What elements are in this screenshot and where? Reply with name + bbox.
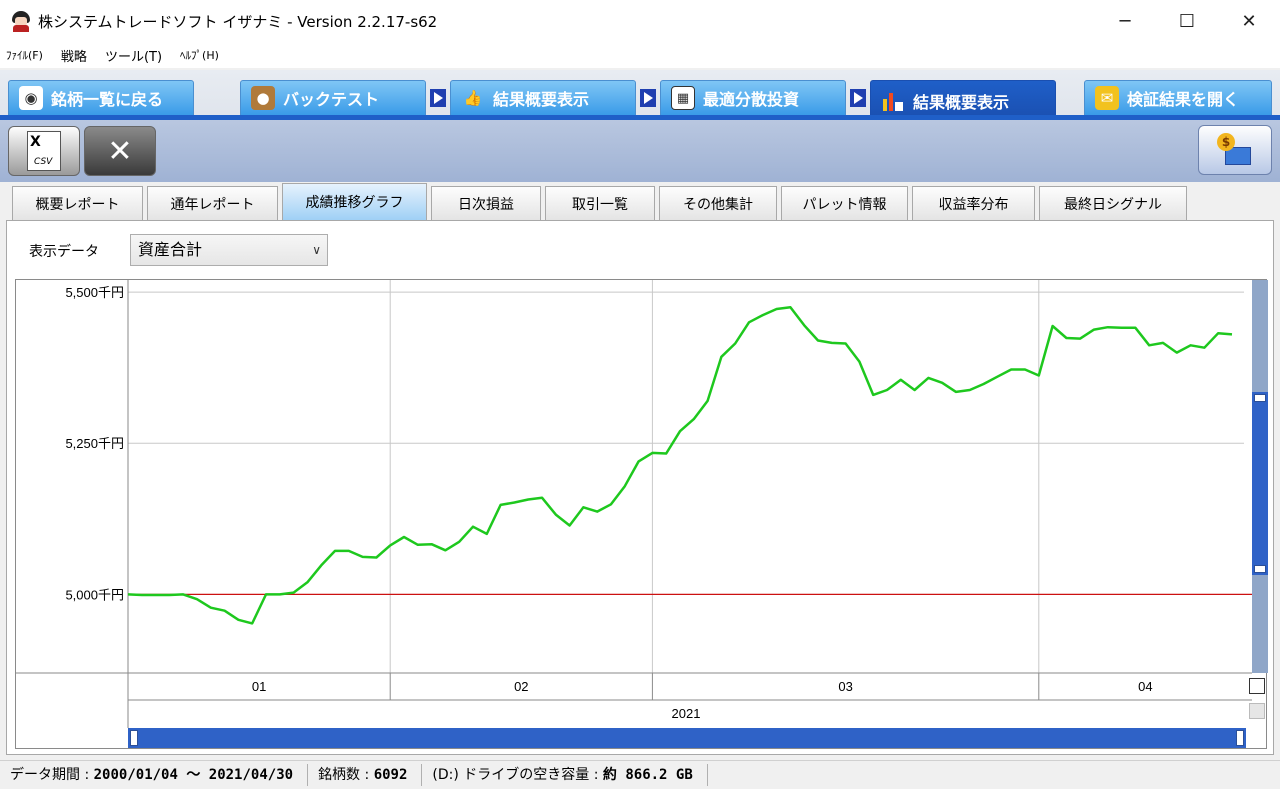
x-tick-label: 01	[252, 679, 266, 694]
arrow-right-icon	[850, 89, 866, 107]
money-box-icon: $	[1217, 133, 1253, 167]
thumbs-up-icon: 👍	[463, 89, 483, 107]
nav-tab-open-results[interactable]: ✉ 検証結果を開く	[1084, 80, 1272, 116]
vertical-scroll-handle-bottom[interactable]	[1254, 565, 1266, 573]
y-tick-label: 5,250千円	[65, 436, 124, 451]
menu-file[interactable]: ﾌｧｲﾙ(F)	[6, 47, 43, 63]
window-title: 株システムトレードソフト イザナミ - Version 2.2.17-s62	[38, 12, 438, 31]
horizontal-scroll-handle-left[interactable]	[130, 730, 138, 746]
close-button[interactable]: ✕	[1218, 0, 1280, 42]
app-logo-icon	[10, 10, 32, 32]
tab-trade-list[interactable]: 取引一覧	[545, 186, 655, 220]
settings-tools-button[interactable]: ✕	[84, 126, 156, 176]
status-disk-label: (D:) ドライブの空き容量 :	[432, 767, 603, 783]
arrow-right-icon	[430, 89, 446, 107]
nav-tab-label: 銘柄一覧に戻る	[51, 90, 164, 109]
vertical-scroll-handle-top[interactable]	[1254, 394, 1266, 402]
x-tick-label: 04	[1138, 679, 1152, 694]
display-data-label: 表示データ	[29, 244, 99, 260]
nav-tab-label: 検証結果を開く	[1127, 90, 1240, 109]
nav-tab-label: 結果概要表示	[913, 92, 1010, 112]
menu-bar: ﾌｧｲﾙ(F) 戦略 ツール(T) ﾍﾙﾌﾟ(H)	[0, 42, 1280, 68]
x-tick-label: 03	[838, 679, 852, 694]
tab-overview-report[interactable]: 概要レポート	[12, 186, 143, 220]
tab-return-distribution[interactable]: 収益率分布	[912, 186, 1035, 220]
reset-zoom-checkbox	[1249, 703, 1265, 719]
menu-help[interactable]: ﾍﾙﾌﾟ(H)	[180, 47, 219, 63]
nav-tab-result-summary-1[interactable]: 👍 結果概要表示	[450, 80, 636, 116]
horizontal-scroll-handle-right[interactable]	[1236, 730, 1244, 746]
title-bar: 株システムトレードソフト イザナミ - Version 2.2.17-s62 ─…	[0, 0, 1280, 42]
zoom-checkbox[interactable]	[1249, 678, 1265, 694]
workflow-tabs: ◉ 銘柄一覧に戻る ● バックテスト 👍 結果概要表示 ▦ 最適分散投資 結果概…	[0, 70, 1280, 121]
status-period-label: データ期間 :	[10, 767, 94, 783]
y-tick-label: 5,500千円	[65, 285, 124, 300]
tab-last-day-signal[interactable]: 最終日シグナル	[1039, 186, 1187, 220]
nav-tab-label: 最適分散投資	[703, 90, 800, 109]
calculator-icon: ▦	[671, 86, 695, 110]
chart-area: 5,500千円 5,250千円 5,000千円 01 02 03 04 2021	[15, 279, 1268, 749]
csv-x-mark: X	[30, 134, 41, 150]
status-stock-count: 銘柄数 : 6092	[308, 764, 423, 786]
report-tabs: 概要レポート 通年レポート 成績推移グラフ 日次損益 取引一覧 その他集計 パレ…	[0, 182, 1280, 220]
tab-performance-graph[interactable]: 成績推移グラフ	[282, 183, 427, 220]
toolbar: X CSV ✕ $	[0, 120, 1280, 182]
x-tick-label: 02	[514, 679, 528, 694]
series-line	[127, 305, 1233, 625]
status-count-label: 銘柄数 :	[318, 767, 374, 783]
tab-daily-pnl[interactable]: 日次損益	[431, 186, 541, 220]
nav-tab-backtest[interactable]: ● バックテスト	[240, 80, 426, 116]
nav-tab-result-summary-2[interactable]: 結果概要表示	[870, 80, 1056, 121]
tab-other-stats[interactable]: その他集計	[659, 186, 777, 220]
tab-annual-report[interactable]: 通年レポート	[147, 186, 278, 220]
export-money-button[interactable]: $	[1198, 125, 1272, 175]
x-year-label: 2021	[672, 706, 701, 721]
eye-icon: ◉	[19, 86, 43, 110]
csv-file-icon: X CSV	[27, 131, 61, 171]
graph-pane: 表示データ 資産合計 ∨ 5,500千円 5,250千円 5,000千円 01 02 03…	[6, 220, 1274, 755]
nav-tab-back-to-list[interactable]: ◉ 銘柄一覧に戻る	[8, 80, 194, 116]
open-result-icon: ✉	[1095, 86, 1119, 110]
bag-icon: ●	[251, 86, 275, 110]
export-csv-button[interactable]: X CSV	[8, 126, 80, 176]
tools-icon: ✕	[107, 133, 133, 169]
csv-label: CSV	[34, 157, 53, 167]
nav-tab-label: バックテスト	[283, 90, 380, 109]
minimize-button[interactable]: ─	[1094, 0, 1156, 42]
tab-palette-info[interactable]: パレット情報	[781, 186, 908, 220]
chevron-down-icon: ∨	[312, 243, 321, 257]
y-tick-label: 5,000千円	[65, 587, 124, 602]
horizontal-scroll-thumb[interactable]	[128, 728, 1246, 748]
status-data-period: データ期間 : 2000/01/04 ～ 2021/04/30	[0, 764, 309, 786]
status-disk-value: 約 866.2 GB	[602, 767, 693, 783]
display-data-select[interactable]: 資産合計 ∨	[130, 234, 328, 266]
status-period-value: 2000/01/04 ～ 2021/04/30	[93, 767, 294, 783]
performance-chart: 5,500千円 5,250千円 5,000千円 01 02 03 04 2021	[16, 280, 1252, 728]
vertical-scroll-thumb[interactable]	[1252, 392, 1268, 575]
nav-tab-label: 結果概要表示	[493, 90, 590, 109]
status-bar: データ期間 : 2000/01/04 ～ 2021/04/30 銘柄数 : 60…	[0, 760, 1280, 789]
bar-chart-icon	[881, 89, 905, 113]
arrow-right-icon	[640, 89, 656, 107]
menu-tools[interactable]: ツール(T)	[105, 46, 162, 65]
status-count-value: 6092	[373, 767, 408, 783]
display-data-value: 資産合計	[138, 240, 203, 259]
status-disk-space: (D:) ドライブの空き容量 : 約 866.2 GB	[422, 764, 708, 786]
nav-tab-optimal-allocation[interactable]: ▦ 最適分散投資	[660, 80, 846, 116]
maximize-button[interactable]: ☐	[1156, 0, 1218, 42]
menu-strategy[interactable]: 戦略	[61, 46, 87, 65]
